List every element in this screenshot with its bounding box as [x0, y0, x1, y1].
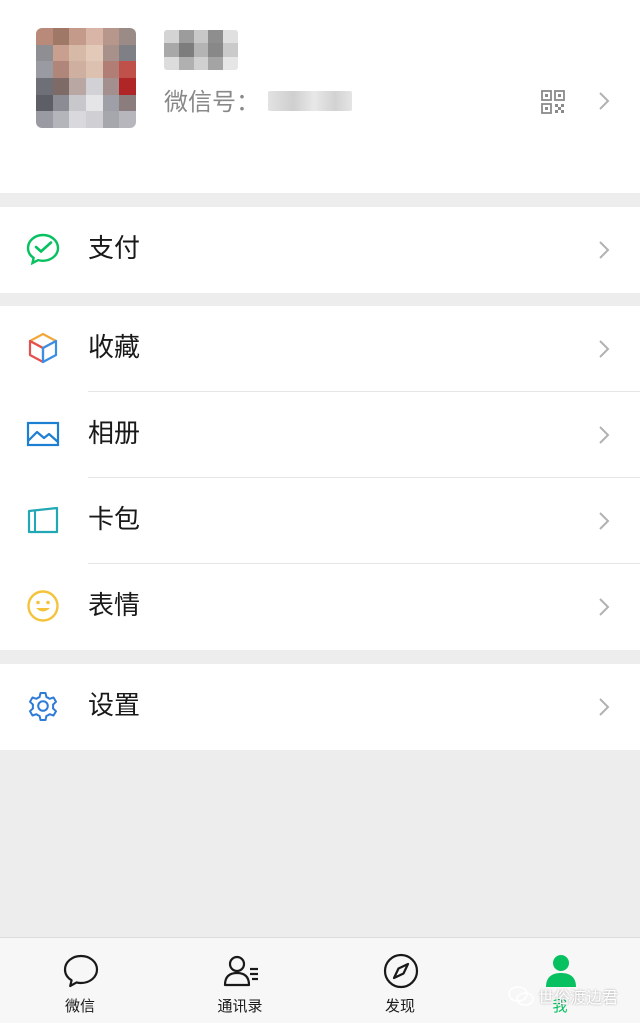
tab-contacts[interactable]: 通讯录 [160, 938, 320, 1023]
tab-contacts-label: 通讯录 [217, 997, 263, 1015]
chevron-right-icon [599, 698, 610, 716]
tab-me[interactable]: 我 [480, 938, 640, 1023]
chevron-right-icon [599, 512, 610, 530]
qr-code-icon[interactable] [541, 90, 565, 114]
profile-header[interactable]: 微信号： [0, 0, 640, 193]
pay-section: 支付 [0, 207, 640, 293]
wechat-id-value-blurred [268, 91, 352, 111]
menu-item-settings-label: 设置 [88, 691, 141, 721]
nickname-blurred [164, 30, 238, 70]
menu-item-favorites-label: 收藏 [88, 333, 141, 363]
card-wallet-icon [27, 506, 59, 534]
watermark: 世俗渡边君 [508, 983, 618, 1009]
gear-icon [29, 692, 57, 721]
menu-item-pay[interactable]: 支付 [0, 207, 640, 293]
menu-item-settings[interactable]: 设置 [0, 664, 640, 750]
chevron-right-icon [599, 241, 610, 259]
tab-chats[interactable]: 微信 [0, 938, 160, 1023]
album-icon [26, 421, 60, 447]
chat-bubble-icon [63, 954, 99, 988]
menu-item-stickers-label: 表情 [88, 591, 141, 621]
contacts-icon [223, 955, 258, 987]
avatar[interactable] [36, 28, 136, 128]
wechat-id-label: 微信号： [164, 88, 260, 116]
menu-item-pay-label: 支付 [88, 234, 141, 264]
tab-chats-label: 微信 [64, 997, 95, 1015]
tab-discover[interactable]: 发现 [320, 938, 480, 1023]
wechat-pay-icon [26, 233, 60, 266]
chevron-right-icon [599, 92, 610, 110]
menu-item-album[interactable]: 相册 [0, 392, 640, 478]
menu-item-favorites[interactable]: 收藏 [0, 306, 640, 392]
wechat-logo-icon [508, 986, 534, 1006]
menu-item-cards[interactable]: 卡包 [0, 478, 640, 564]
chevron-right-icon [599, 598, 610, 616]
bottom-tab-bar: 微信 通讯录 发现 我 [0, 937, 640, 1023]
menu-item-stickers[interactable]: 表情 [0, 564, 640, 650]
smile-icon [27, 590, 59, 622]
favorites-cube-icon [28, 332, 58, 364]
settings-section: 设置 [0, 664, 640, 750]
menu-item-cards-label: 卡包 [88, 505, 141, 535]
chevron-right-icon [599, 340, 610, 358]
tab-discover-label: 发现 [384, 997, 415, 1015]
watermark-text: 世俗渡边君 [538, 988, 619, 1007]
chevron-right-icon [599, 426, 610, 444]
compass-icon [383, 953, 419, 989]
features-section: 收藏 相册 卡包 表情 [0, 306, 640, 650]
menu-item-album-label: 相册 [88, 419, 141, 449]
